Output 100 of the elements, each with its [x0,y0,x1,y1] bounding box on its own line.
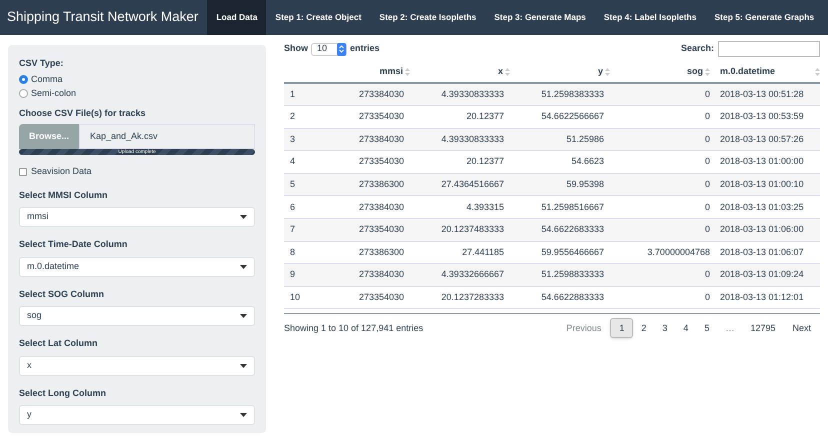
table-cell: 0 [614,83,714,106]
table-cell: 0 [614,173,714,196]
select-dropdown[interactable]: mmsi [19,207,255,227]
table-cell: 0 [614,218,714,242]
table-cell: 8 [284,241,324,264]
table-cell: 6 [284,196,324,219]
table-cell: 54.6622883333 [514,286,614,309]
search-label: Search: [680,42,714,56]
select-dropdown[interactable]: y [19,405,255,425]
table-cell: 0 [614,150,714,174]
pagination-button[interactable]: 4 [675,318,696,338]
show-label: Show [284,42,308,56]
field-label: Select SOG Column [19,288,104,300]
table-cell: 51.2598383333 [514,83,614,106]
search-field[interactable] [718,41,820,57]
table-cell: 27.4364516667 [414,173,514,196]
table-cell: 51.2598833333 [514,264,614,286]
table-cell: 1 [284,83,324,106]
table-cell: 273386300 [324,173,414,196]
field-label: Select Lat Column [19,337,98,350]
table-cell: 2018-03-13 01:06:00 [714,218,820,242]
table-cell: 2018-03-13 00:57:26 [714,128,820,151]
nav-tab[interactable]: Load Data [207,0,266,35]
radio-label: Comma [31,72,63,86]
caret-icon [240,364,247,368]
table-cell: 5 [284,173,324,196]
table-cell: 273384030 [324,128,414,151]
table-cell: 7 [284,218,324,242]
spinner-icon [337,42,346,56]
table-cell: 273354030 [324,106,414,128]
table-cell: 4.39330833333 [414,83,514,106]
pagination-button[interactable]: 5 [696,318,718,338]
table-cell: 0 [614,264,714,286]
table-cell: 273384030 [324,264,414,286]
table-cell: 3 [284,128,324,151]
column-header[interactable]: x [498,64,503,78]
sort-icon [705,68,710,76]
table-cell: 3.70000004768 [614,241,714,264]
table-cell: 273384030 [324,83,414,106]
checkbox[interactable] [19,168,27,176]
entries-label: entries [350,42,380,56]
table-cell: 2018-03-13 01:00:10 [714,173,820,196]
caret-icon [240,215,247,219]
table-cell: 0 [614,106,714,128]
table-cell: 0 [614,286,714,309]
select-dropdown[interactable]: sog [19,306,255,326]
table-cell: 10 [284,286,324,309]
caret-icon [240,314,247,318]
page-length-select[interactable]: 10 [311,42,347,56]
field-label: Select Time-Date Column [19,238,128,251]
app-title: Shipping Transit Network Maker [6,8,200,26]
column-header[interactable]: sog [686,64,703,78]
table-cell: 54.6622566667 [514,106,614,128]
sort-icon [815,68,820,76]
table-cell: 0 [614,196,714,219]
pagination-button[interactable]: Previous [557,318,610,338]
table-cell: 0 [614,128,714,151]
table-cell: 273354030 [324,286,414,309]
table-cell: 2018-03-13 01:09:24 [714,264,820,286]
table-cell: 4.39332666667 [414,264,514,286]
radio-button[interactable] [19,89,28,98]
table-cell: 54.6623 [514,150,614,174]
column-header[interactable]: m.0.datetime [720,64,776,78]
table-cell: 20.12377 [414,150,514,174]
table-cell: 59.95398 [514,173,614,196]
table-cell: 2018-03-13 01:12:01 [714,286,820,309]
table-cell: 20.1237483333 [414,218,514,242]
sort-icon [605,68,610,76]
table-cell: 273386300 [324,241,414,264]
column-header[interactable]: y [598,64,603,78]
select-dropdown[interactable]: x [19,356,255,376]
file-name-field[interactable]: Kap_and_Ak.csv [79,124,255,149]
table-cell: 9 [284,264,324,286]
radio-button[interactable] [19,75,28,84]
column-header[interactable]: mmsi [379,64,403,78]
table-cell: 4 [284,150,324,174]
table-info: Showing 1 to 10 of 127,941 entries [284,322,424,335]
table-cell: 2018-03-13 01:00:00 [714,150,820,174]
table-cell: 273354030 [324,218,414,242]
field-label: CSV Type: [19,57,64,70]
select-dropdown[interactable]: m.0.datetime [19,256,255,276]
pagination-button[interactable]: 12795 [742,318,784,338]
sort-icon [405,68,410,76]
table-cell: 2018-03-13 01:03:25 [714,196,820,219]
caret-icon [240,264,247,268]
table-cell: 273354030 [324,150,414,174]
pagination-button[interactable]: 1 [610,318,634,338]
table-cell: 27.441185 [414,241,514,264]
pagination-button[interactable]: Next [783,318,820,338]
table-cell: 59.9556466667 [514,241,614,264]
field-label: Select MMSI Column [19,188,108,202]
table-cell: 51.25986 [514,128,614,151]
pagination-button[interactable]: 3 [654,318,676,338]
pagination-button[interactable]: 2 [633,318,654,338]
table-cell: 2018-03-13 01:06:07 [714,241,820,264]
caret-icon [240,413,247,417]
field-label: Select Long Column [19,386,106,400]
table-cell: 54.6622683333 [514,218,614,242]
table-cell: 4.393315 [414,196,514,219]
table-cell: 4.39330833333 [414,128,514,151]
